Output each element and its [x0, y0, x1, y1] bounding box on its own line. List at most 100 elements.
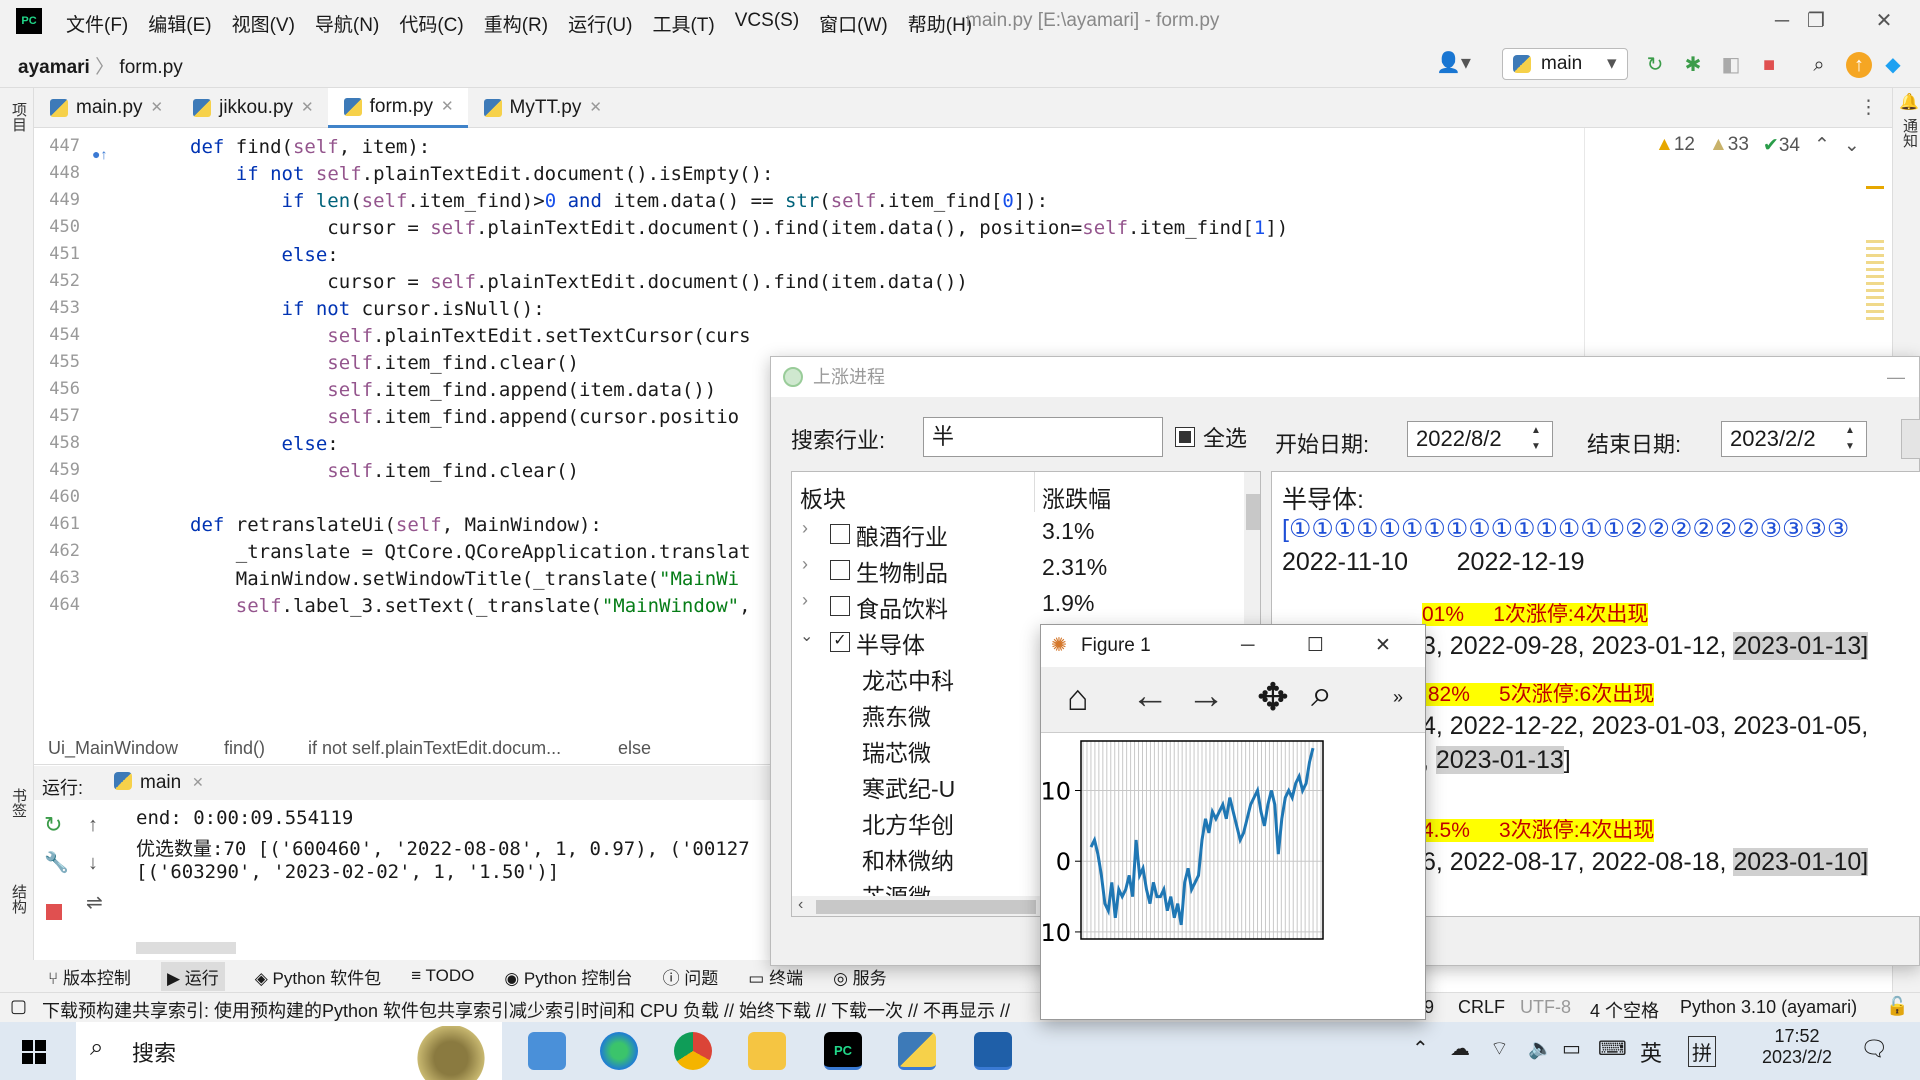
- scroll-left-icon[interactable]: ‹: [798, 896, 803, 914]
- tool-tab-console[interactable]: ◉ Python 控制台: [504, 964, 632, 989]
- window-titlebar[interactable]: 上涨进程 —: [771, 357, 1919, 397]
- minimize-icon[interactable]: —: [1887, 357, 1905, 397]
- tool-tab-vcs[interactable]: ⑂ 版本控制: [48, 964, 131, 989]
- clock[interactable]: 17:52 2023/2/2: [1752, 1026, 1842, 1068]
- code-line[interactable]: self.item_find.append(cursor.positio: [190, 406, 739, 428]
- code-line[interactable]: self.item_find.append(item.data()): [190, 379, 716, 401]
- windows-start-icon[interactable]: [22, 1040, 46, 1064]
- ime-language[interactable]: 英: [1640, 1036, 1662, 1068]
- tray-keyboard-icon[interactable]: ⌨: [1598, 1036, 1627, 1061]
- menu-refactor[interactable]: 重构(R): [484, 10, 548, 37]
- end-date-spinner[interactable]: ▲ ▼: [1845, 423, 1855, 455]
- column-header-change[interactable]: 涨跌幅: [1042, 480, 1111, 514]
- encoding[interactable]: UTF-8: [1520, 997, 1571, 1018]
- tree-row[interactable]: › 酿酒行业 3.1%: [792, 518, 1242, 554]
- structure-tool-button[interactable]: 结构: [8, 884, 29, 914]
- tree-row[interactable]: › 食品饮料 1.9%: [792, 590, 1242, 626]
- breadcrumb-file[interactable]: form.py: [119, 57, 182, 78]
- console-line[interactable]: [('603290', '2023-02-02', 1, '1.50')]: [136, 861, 559, 883]
- taskbar-python-icon[interactable]: [898, 1032, 936, 1070]
- query-button[interactable]: [1901, 419, 1920, 459]
- interpreter[interactable]: Python 3.10 (ayamari): [1680, 997, 1857, 1018]
- restore-icon[interactable]: ❐: [1796, 6, 1836, 36]
- code-line[interactable]: _translate = QtCore.QCoreApplication.tra…: [190, 541, 751, 563]
- code-line[interactable]: MainWindow.setWindowTitle(_translate("Ma…: [190, 568, 739, 590]
- close-icon[interactable]: ✕: [1864, 6, 1904, 36]
- menu-edit[interactable]: 编辑(E): [148, 10, 211, 37]
- menu-tools[interactable]: 工具(T): [652, 10, 714, 37]
- tray-battery-icon[interactable]: ▭: [1562, 1036, 1581, 1061]
- maximize-icon[interactable]: ☐: [1307, 625, 1324, 667]
- minimize-icon[interactable]: ─: [1241, 625, 1254, 667]
- close-run-tab-icon[interactable]: ✕: [192, 774, 204, 791]
- console-line[interactable]: 优选数量:70 [('600460', '2022-08-08', 1, 0.9…: [136, 834, 750, 861]
- close-tab-icon[interactable]: ✕: [589, 88, 602, 128]
- row-checkbox[interactable]: [830, 560, 850, 580]
- notifications-tool-button[interactable]: 通知: [1899, 118, 1920, 148]
- chevron-down-icon[interactable]: ⌄: [1844, 134, 1860, 157]
- tool-tab-todo[interactable]: ≡ TODO: [411, 966, 474, 986]
- code-crumb-class[interactable]: Ui_MainWindow: [48, 738, 178, 759]
- tray-wifi-icon[interactable]: ⌔: [1490, 1036, 1509, 1061]
- expand-icon[interactable]: ›: [802, 518, 808, 539]
- code-line[interactable]: self.plainTextEdit.setTextCursor(curs: [190, 325, 750, 347]
- code-crumb-if[interactable]: if not self.plainTextEdit.docum...: [308, 738, 561, 759]
- select-all-checkbox[interactable]: [1175, 427, 1195, 447]
- tool-tab-packages[interactable]: ◈ Python 软件包: [255, 964, 381, 989]
- search-icon[interactable]: ⌕: [1806, 52, 1832, 78]
- code-line[interactable]: def find(self, item):: [190, 136, 430, 158]
- tab-main-py[interactable]: main.py ✕: [34, 88, 177, 128]
- rerun-icon[interactable]: ↻: [44, 812, 62, 838]
- expand-icon[interactable]: ›: [802, 554, 808, 575]
- error-stripe-marks[interactable]: [1866, 240, 1884, 320]
- menu-view[interactable]: 视图(V): [232, 10, 295, 37]
- code-line[interactable]: def retranslateUi(self, MainWindow):: [190, 514, 602, 536]
- tray-cloud-icon[interactable]: ☁: [1450, 1036, 1470, 1061]
- breadcrumb-project[interactable]: ayamari: [18, 57, 90, 78]
- jetbrains-icon[interactable]: ◆: [1880, 52, 1906, 78]
- code-line[interactable]: else:: [190, 244, 339, 266]
- home-icon[interactable]: ⌂: [1067, 677, 1089, 719]
- notification-center-icon[interactable]: 🗨: [1860, 1036, 1888, 1062]
- tool-tab-run[interactable]: ▶ 运行: [160, 961, 225, 991]
- taskbar-figure-icon[interactable]: [974, 1032, 1012, 1070]
- lock-icon[interactable]: 🔓: [1886, 996, 1908, 1017]
- status-message[interactable]: 下载预构建共享索引: 使用预构建的Python 软件包共享索引减少索引时间和 C…: [42, 997, 1042, 1023]
- taskbar-this-pc-icon[interactable]: [528, 1032, 566, 1070]
- run-tab-main[interactable]: main: [140, 772, 181, 794]
- settings-icon[interactable]: 🔧: [44, 850, 69, 875]
- code-line[interactable]: else:: [190, 433, 339, 455]
- menu-run[interactable]: 运行(U): [568, 10, 632, 37]
- close-tab-icon[interactable]: ✕: [151, 88, 164, 128]
- tree-row[interactable]: › 生物制品 2.31%: [792, 554, 1242, 590]
- menu-help[interactable]: 帮助(H): [908, 10, 972, 37]
- stop-icon[interactable]: [46, 904, 62, 920]
- back-arrow-icon[interactable]: ←: [1131, 675, 1169, 718]
- collapse-icon[interactable]: ⌄: [800, 626, 813, 646]
- tool-tab-problems[interactable]: ⓘ 问题: [663, 964, 719, 989]
- stop-icon[interactable]: ■: [1756, 52, 1782, 78]
- more-tools-icon[interactable]: »: [1393, 687, 1403, 708]
- override-marker-icon[interactable]: ●↑: [92, 146, 107, 162]
- code-line[interactable]: self.item_find.clear(): [190, 352, 579, 374]
- taskbar-edge-icon[interactable]: [600, 1032, 638, 1070]
- taskbar-explorer-icon[interactable]: [748, 1032, 786, 1070]
- debug-icon[interactable]: ✱: [1680, 52, 1706, 78]
- tab-mytt-py[interactable]: MyTT.py ✕: [468, 88, 616, 128]
- coverage-icon[interactable]: ◧: [1718, 52, 1744, 78]
- code-line[interactable]: cursor = self.plainTextEdit.document().f…: [190, 217, 1288, 239]
- error-stripe-mark[interactable]: [1866, 186, 1884, 189]
- run-scrollbar[interactable]: [136, 942, 236, 954]
- tab-form-py[interactable]: form.py ✕: [327, 88, 468, 128]
- more-tabs-icon[interactable]: ⋮: [1859, 96, 1878, 119]
- rerun-icon[interactable]: ↻: [1642, 52, 1668, 78]
- console-line[interactable]: end: 0:00:09.554119: [136, 807, 353, 829]
- tool-tab-terminal[interactable]: ▭ 终端: [748, 964, 803, 989]
- code-line[interactable]: self.label_3.setText(_translate("MainWin…: [190, 595, 751, 617]
- figure-titlebar[interactable]: ✺ Figure 1 ─ ☐ ✕: [1041, 625, 1425, 667]
- code-crumb-else[interactable]: else: [618, 738, 651, 759]
- tool-tab-services[interactable]: ◎ 服务: [833, 964, 887, 989]
- expand-icon[interactable]: ›: [802, 590, 808, 611]
- project-tool-button[interactable]: 项目: [8, 102, 29, 132]
- line-separator[interactable]: CRLF: [1458, 997, 1505, 1018]
